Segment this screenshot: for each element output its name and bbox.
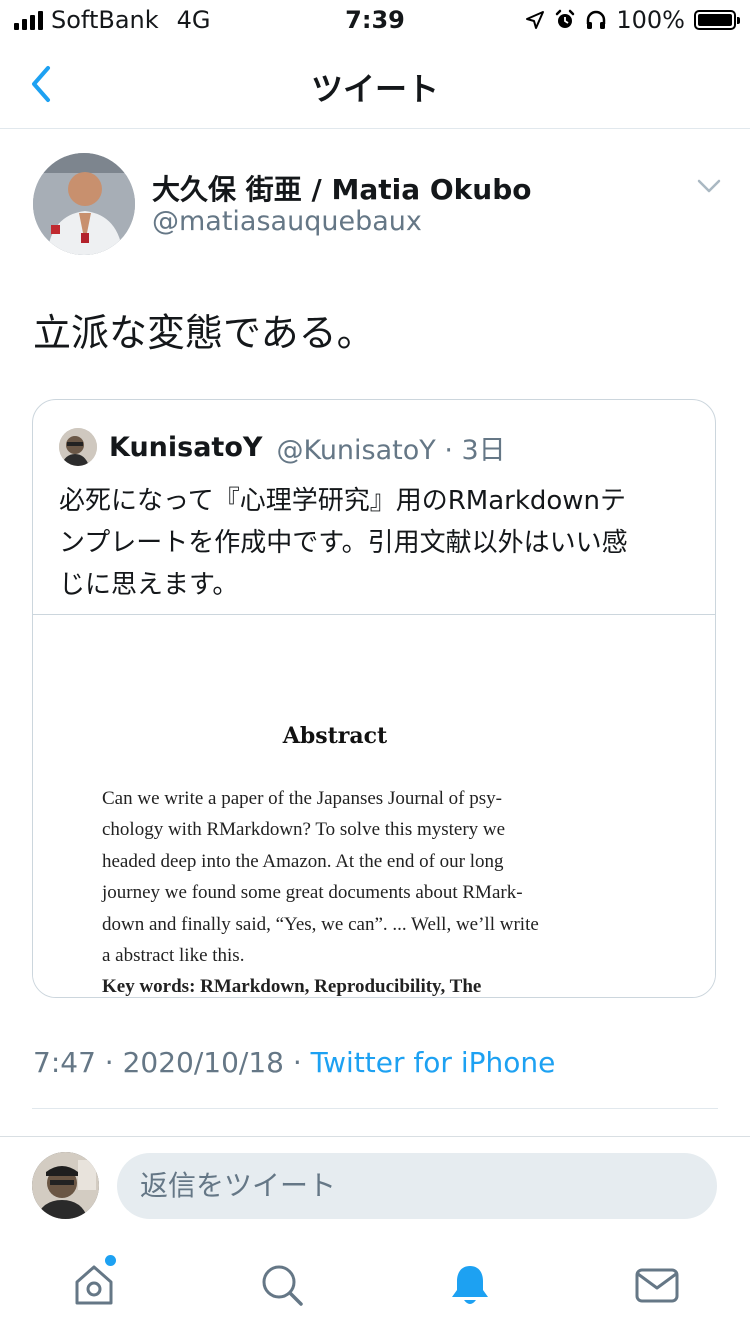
author-avatar[interactable] — [33, 153, 135, 255]
abstract-line: Can we write a paper of the Japanses Jou… — [102, 788, 502, 809]
quoted-tweet-image[interactable]: Abstract Can we write a paper of the Jap… — [33, 614, 715, 998]
quoted-author-name: KunisatoY — [109, 431, 263, 463]
notification-dot — [105, 1255, 116, 1266]
abstract-line: down and finally said, “Yes, we can”. ..… — [102, 913, 539, 935]
author-name[interactable]: 大久保 街亜 / Matia Okubo — [152, 168, 532, 208]
abstract-line: chology with RMarkdown? To solve this my… — [102, 819, 506, 841]
navigation-bar: ツイート — [0, 42, 750, 129]
quoted-author-meta: @KunisatoY · 3日 — [276, 434, 506, 466]
quoted-text-line: じに思えます。 — [59, 570, 239, 600]
quoted-tweet-header: KunisatoY @KunisatoY · 3日 — [59, 427, 506, 467]
reply-input[interactable]: 返信をツイート — [117, 1153, 717, 1219]
quoted-tweet-text: 必死になって『心理学研究』用のRMarkdownテ ンプレートを作成中です。引用… — [59, 480, 699, 606]
quoted-text-line: ンプレートを作成中です。引用文献以外はいい感 — [59, 528, 628, 558]
home-icon[interactable] — [71, 1262, 117, 1308]
messages-icon[interactable] — [634, 1262, 680, 1308]
abstract-line: journey we found some great documents ab… — [102, 882, 523, 904]
tweet-timestamp: 7:47 · 2020/10/18 · — [33, 1046, 311, 1079]
search-icon[interactable] — [259, 1262, 305, 1308]
page-title: ツイート — [310, 70, 439, 108]
author-handle[interactable]: @matiasauquebaux — [152, 206, 422, 237]
abstract-title: Abstract — [282, 723, 388, 749]
headphones-icon — [587, 10, 606, 29]
battery-icon — [694, 10, 740, 30]
tweet-meta: 7:47 · 2020/10/18 · Twitter for iPhone — [33, 1046, 555, 1079]
notifications-icon[interactable] — [447, 1262, 493, 1308]
location-icon — [526, 11, 545, 29]
abstract-line: a abstract like this. — [102, 945, 245, 967]
tweet-text: 立派な変態である。 — [33, 311, 375, 355]
quoted-author-avatar — [59, 428, 97, 466]
battery-label: 100% — [616, 6, 685, 34]
user-avatar[interactable] — [32, 1152, 99, 1219]
abstract-line: headed deep into the Amazon. At the end … — [102, 850, 504, 872]
tweet-source-link[interactable]: Twitter for iPhone — [311, 1046, 556, 1079]
abstract-line: Key words: RMarkdown, Reproducibility, T… — [102, 976, 482, 998]
quoted-tweet-card[interactable]: KunisatoY @KunisatoY · 3日 必死になって『心理学研究』用… — [32, 399, 716, 998]
status-bar: SoftBank 4G 7:39 100% — [0, 0, 750, 42]
quoted-text-line: 必死になって『心理学研究』用のRMarkdownテ — [59, 486, 627, 516]
abstract-text: Can we write a paper of the Japanses Jou… — [102, 783, 539, 998]
chevron-down-icon[interactable] — [694, 172, 724, 200]
divider — [32, 1108, 718, 1109]
alarm-icon — [556, 9, 575, 28]
divider — [0, 1136, 750, 1137]
